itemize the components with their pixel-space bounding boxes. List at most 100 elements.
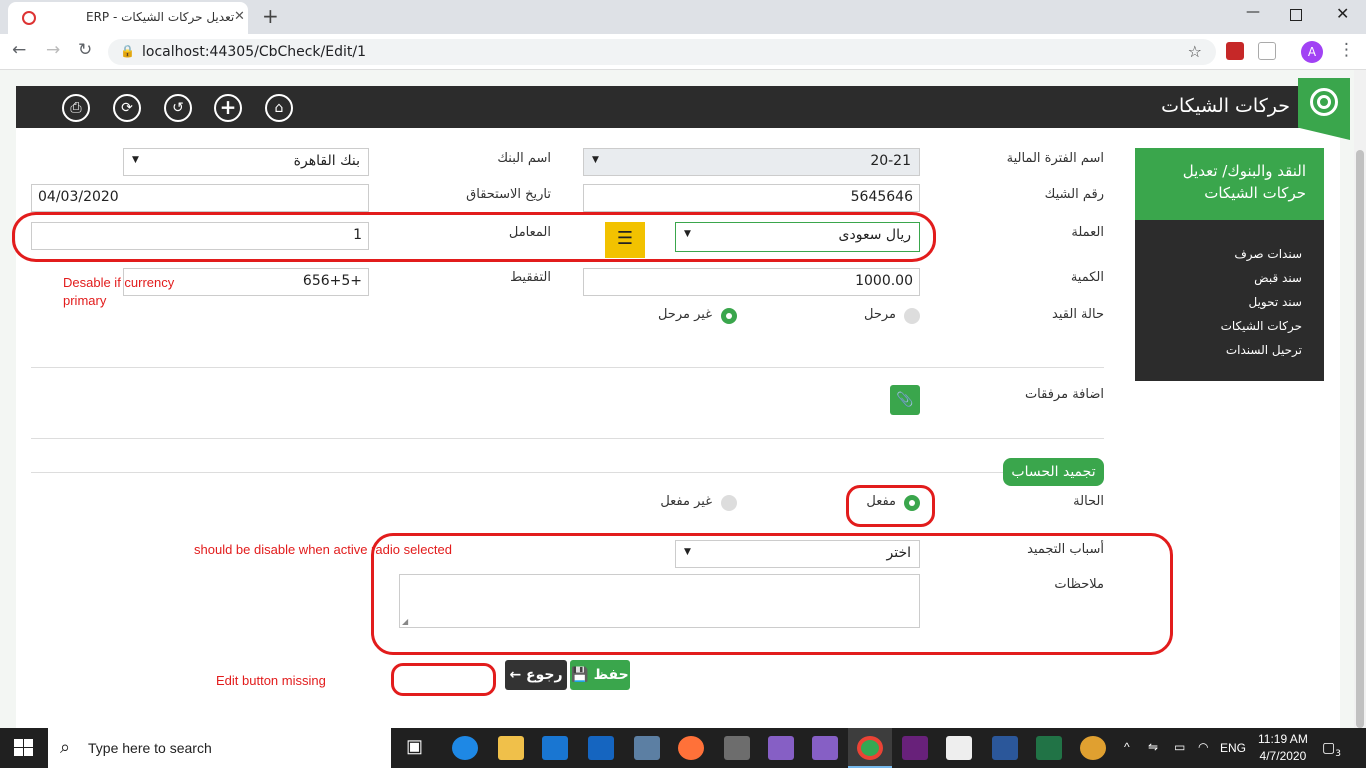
amount-field[interactable]: 1000.00 <box>583 268 920 296</box>
word-icon[interactable] <box>992 736 1018 760</box>
paperclip-icon: 📎 <box>896 392 914 408</box>
amount-label: الكمية <box>1070 270 1104 285</box>
new-tab-icon[interactable]: + <box>262 4 279 28</box>
posted-radio[interactable] <box>904 308 920 324</box>
wifi-icon[interactable]: ◠ <box>1198 740 1208 754</box>
reload-icon[interactable]: ↻ <box>78 40 92 60</box>
taskbar-search[interactable]: ⌕ Type here to search <box>48 728 391 768</box>
browser-tab-title: تعديل حركات الشيكات - ERP <box>86 10 235 24</box>
currency-note-line1: Desable if currency <box>63 275 175 290</box>
clock-time: 11:19 AM <box>1258 732 1308 746</box>
tools-icon[interactable] <box>724 736 750 760</box>
check-number-field[interactable]: 5645646 <box>583 184 920 212</box>
freeze-fields-highlight <box>371 533 1173 655</box>
extension-shield-icon[interactable] <box>1226 42 1244 60</box>
file-explorer-icon[interactable] <box>498 736 524 760</box>
app-icon[interactable] <box>634 736 660 760</box>
freeze-status-label: الحالة <box>1073 494 1104 509</box>
divider <box>31 367 1104 368</box>
home-icon[interactable]: ⌂ <box>265 94 293 122</box>
favicon-icon <box>22 11 36 25</box>
scrollbar-thumb[interactable] <box>1356 150 1364 728</box>
maximize-icon[interactable] <box>1290 9 1302 21</box>
visual-studio-icon[interactable] <box>768 736 794 760</box>
language-indicator[interactable]: ENG <box>1220 741 1246 755</box>
add-icon[interactable]: + <box>214 94 242 122</box>
due-date-label: تاريخ الاستحقاق <box>466 187 551 202</box>
tray-chevron-icon[interactable]: ^ <box>1124 740 1130 754</box>
freeze-section-title: تجميد الحساب <box>1003 458 1104 486</box>
excel-icon[interactable] <box>1036 736 1062 760</box>
divider <box>31 472 1003 473</box>
save-button-label: حفظ <box>593 667 629 683</box>
close-window-icon[interactable]: ✕ <box>1336 4 1349 23</box>
back-button[interactable]: رجوع ← <box>505 660 567 690</box>
page-title: حركات الشيكات <box>1161 95 1290 117</box>
notification-count: 3 <box>1335 748 1341 759</box>
sidebar-item-transfer-voucher[interactable]: سند تحويل <box>1248 295 1302 309</box>
windows-logo-pane <box>24 739 33 747</box>
url-text: localhost:44305/CbCheck/Edit/1 <box>142 44 366 60</box>
photos-icon[interactable] <box>946 736 972 760</box>
back-icon[interactable]: ← <box>12 40 26 60</box>
forward-icon[interactable]: → <box>46 40 60 60</box>
sidebar-item-check-movements[interactable]: حركات الشيكات <box>1221 319 1302 333</box>
sidebar-item-payment-vouchers[interactable]: سندات صرف <box>1234 247 1302 261</box>
close-tab-icon[interactable]: ✕ <box>234 9 245 24</box>
check-number-label: رقم الشيك <box>1044 187 1104 202</box>
fiscal-period-select[interactable]: ▼ 20-21 <box>583 148 920 176</box>
divider <box>31 438 1104 439</box>
battery-icon[interactable]: ▭ <box>1174 740 1185 754</box>
refresh-icon[interactable]: ⟳ <box>113 94 141 122</box>
visual-studio-icon[interactable] <box>902 736 928 760</box>
windows-logo-pane <box>14 748 23 756</box>
undo-icon[interactable]: ↺ <box>164 94 192 122</box>
paint-icon[interactable] <box>1080 736 1106 760</box>
bank-label: اسم البنك <box>497 151 551 166</box>
taskbar-clock[interactable]: 11:19 AM 4/7/2020 <box>1258 731 1308 765</box>
not-posted-radio-label: غير مرحل <box>657 307 712 322</box>
url-field[interactable]: 🔒 localhost:44305/CbCheck/Edit/1 ☆ <box>108 39 1216 65</box>
windows-logo-pane <box>14 739 23 747</box>
inactive-radio-label: غير مفعل <box>660 494 712 509</box>
sidebar-item-post-vouchers[interactable]: ترحيل السندات <box>1226 343 1302 357</box>
inactive-radio[interactable] <box>721 495 737 511</box>
taskbar-search-placeholder: Type here to search <box>88 740 212 756</box>
bank-select[interactable]: ▼ بنك القاهرة <box>123 148 369 176</box>
firefox-icon[interactable] <box>678 736 704 760</box>
arrow-left-icon: ← <box>509 667 522 683</box>
attachments-label: اضافة مرفقات <box>1024 387 1104 402</box>
due-date-field[interactable]: 04/03/2020 <box>31 184 369 212</box>
profile-avatar[interactable]: A <box>1301 41 1323 63</box>
edge-icon[interactable] <box>452 736 478 760</box>
floppy-icon: 💾 <box>571 667 589 683</box>
extension-icon[interactable] <box>1258 42 1276 60</box>
sidebar-item-receipt-voucher[interactable]: سند قبض <box>1254 271 1302 285</box>
attach-button[interactable]: 📎 <box>890 385 920 415</box>
notification-center-icon[interactable]: ▢3 <box>1322 740 1341 759</box>
not-posted-radio[interactable] <box>721 308 737 324</box>
missing-edit-button-highlight <box>391 663 496 696</box>
chevron-down-icon: ▼ <box>592 155 599 165</box>
windows-start-icon[interactable] <box>14 739 34 757</box>
currency-note-line2: primary <box>63 293 107 308</box>
task-view-icon[interactable]: ▣ <box>406 736 423 757</box>
network-icon[interactable]: ⇋ <box>1148 740 1158 754</box>
sidebar-heading: النقد والبنوك/ تعديل حركات الشيكات <box>1135 148 1324 220</box>
bookmark-star-icon[interactable]: ☆ <box>1188 42 1202 61</box>
chrome-icon[interactable] <box>857 736 883 760</box>
chevron-down-icon: ▼ <box>132 155 139 165</box>
lock-icon: 🔒 <box>120 44 135 58</box>
posting-status-label: حالة القيد <box>1052 307 1104 322</box>
visual-studio-icon[interactable] <box>812 736 838 760</box>
mail-icon[interactable] <box>588 736 614 760</box>
minimize-icon[interactable]: — <box>1246 4 1260 20</box>
print-icon[interactable]: ⎙ <box>62 94 90 122</box>
currency-row-highlight <box>12 212 936 262</box>
currency-label: العملة <box>1071 225 1104 240</box>
browser-menu-icon[interactable]: ⋮ <box>1338 40 1355 60</box>
back-button-label: رجوع <box>526 667 563 683</box>
store-icon[interactable] <box>542 736 568 760</box>
save-button[interactable]: حفظ 💾 <box>570 660 630 690</box>
browser-tab[interactable]: تعديل حركات الشيكات - ERP ✕ <box>8 2 248 34</box>
